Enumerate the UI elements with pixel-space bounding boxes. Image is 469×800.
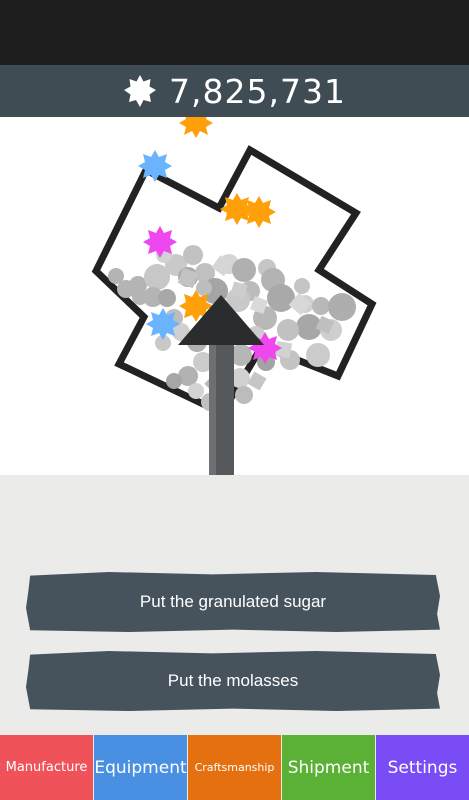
score-header: 7,825,731 [0,65,469,117]
play-area[interactable] [0,117,469,475]
tab-equipment[interactable]: Equipment [94,735,187,800]
put-molasses-button[interactable]: Put the molasses [26,651,440,711]
orange-candy [179,117,213,138]
tab-craftsmanship[interactable]: Craftsmanship [188,735,281,800]
status-bar [0,0,469,65]
sugar-gear-icon [124,75,157,107]
tab-manufacture[interactable]: Manufacture [0,735,93,800]
candy-machine [91,117,377,475]
put-granulated-sugar-button[interactable]: Put the granulated sugar [26,572,440,632]
tab-settings[interactable]: Settings [376,735,469,800]
pink-candy [143,226,177,258]
score-value: 7,825,731 [169,71,346,111]
bottom-tab-bar: Manufacture Equipment Craftsmanship Ship… [0,735,469,800]
tab-shipment[interactable]: Shipment [282,735,375,800]
